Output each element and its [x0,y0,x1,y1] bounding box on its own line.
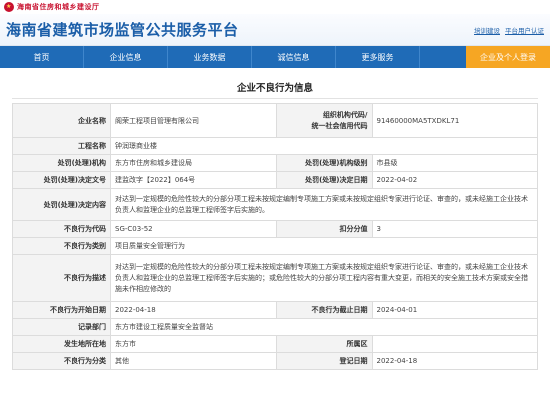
table-row: 处罚(处理)机构 东方市住房和城乡建设局 处罚(处理)机构级别 市县级 [12,154,538,172]
authority-level-label: 处罚(处理)机构级别 [275,154,373,172]
nav-more-services[interactable]: 更多服务 [336,46,420,68]
other-label: 不良行为分类 [12,352,111,370]
desc-value: 对达到一定规模的危险性较大的分部分项工程未按规定编制专项施工方案或未按规定组织专… [110,254,538,302]
recorder-label: 记录部门 [12,318,111,336]
table-row: 发生地所在地 东方市 所属区 [12,335,538,353]
place-label: 发生地所在地 [12,335,111,353]
record-table: 企业名称 阁荣工程项目管理有限公司 组织机构代码/ 统一社会信用代码 91460… [12,103,538,370]
table-row: 不良行为描述 对达到一定规模的危险性较大的分部分项工程未按规定编制专项施工方案或… [12,254,538,302]
user-cert-link[interactable]: 平台用户认证 [505,25,544,35]
project-value: 钟润璟商业楼 [110,137,538,155]
end-value: 2024-04-01 [371,301,538,319]
authority-level-value: 市县级 [371,154,538,172]
content-label: 处罚(处理)决定内容 [12,188,111,221]
place-value: 东方市 [110,335,277,353]
category-label: 不良行为类别 [12,237,111,255]
nav-enterprise-info[interactable]: 企业信息 [84,46,168,68]
national-emblem-icon [4,2,14,12]
recorder-value: 东方市建设工程质量安全监督站 [110,318,538,336]
table-row: 记录部门 东方市建设工程质量安全监督站 [12,318,538,336]
other-value: 其他 [110,352,277,370]
table-row: 不良行为代码 SG-C03-52 扣分分值 3 [12,220,538,238]
nav-home[interactable]: 首页 [0,46,84,68]
org-code-value: 91460000MA5TXDKL71 [371,103,538,138]
divider [12,98,538,99]
end-label: 不良行为截止日期 [275,301,373,319]
desc-label: 不良行为描述 [12,254,111,302]
enterprise-value: 阁荣工程项目管理有限公司 [110,103,277,138]
authority-value: 东方市住房和城乡建设局 [110,154,277,172]
table-row: 企业名称 阁荣工程项目管理有限公司 组织机构代码/ 统一社会信用代码 91460… [12,103,538,138]
code-label: 不良行为代码 [12,220,111,238]
nav-credit-info[interactable]: 诚信信息 [252,46,336,68]
training-link[interactable]: 培训建设 [474,25,500,35]
table-row: 不良行为开始日期 2022-04-18 不良行为截止日期 2024-04-01 [12,301,538,319]
site-title: 海南省建筑市场监管公共服务平台 [6,21,239,39]
table-row: 不良行为分类 其他 登记日期 2022-04-18 [12,352,538,370]
table-row: 不良行为类别 项目质量安全管理行为 [12,237,538,255]
register-value: 2022-04-18 [371,352,538,370]
login-button[interactable]: 企业及个人登录 [466,46,550,68]
region-value [371,335,538,353]
table-row: 处罚(处理)决定内容 对达到一定规模的危险性较大的分部分项工程未按规定编制专项施… [12,188,538,221]
register-label: 登记日期 [275,352,373,370]
org-code-label-line2: 统一社会信用代码 [311,121,368,130]
site-header: 海南省建筑市场监管公共服务平台 培训建设 平台用户认证 [0,14,550,46]
org-code-label: 组织机构代码/ 统一社会信用代码 [275,103,373,138]
main-content: 企业不良行为信息 企业名称 阁荣工程项目管理有限公司 组织机构代码/ 统一社会信… [0,68,550,370]
decision-date-value: 2022-04-02 [371,171,538,189]
score-value: 3 [371,220,538,238]
score-label: 扣分分值 [275,220,373,238]
enterprise-label: 企业名称 [12,103,111,138]
doc-no-value: 建监改字【2022】064号 [110,171,277,189]
category-value: 项目质量安全管理行为 [110,237,538,255]
gov-org-name: 海南省住房和城乡建设厅 [17,3,100,11]
table-row: 工程名称 钟润璟商业楼 [12,137,538,155]
start-label: 不良行为开始日期 [12,301,111,319]
org-code-label-line1: 组织机构代码/ [322,110,368,119]
gov-header: 海南省住房和城乡建设厅 [0,0,550,14]
content-value: 对达到一定规模的危险性较大的分部分项工程未按规定编制专项施工方案或未按规定组织专… [110,188,538,221]
doc-no-label: 处罚(处理)决定文号 [12,171,111,189]
main-nav: 首页 企业信息 业务数据 诚信信息 更多服务 企业及个人登录 [0,46,550,68]
code-value: SG-C03-52 [110,220,277,238]
start-value: 2022-04-18 [110,301,277,319]
decision-date-label: 处罚(处理)决定日期 [275,171,373,189]
header-links: 培训建设 平台用户认证 [474,25,544,35]
region-label: 所属区 [275,335,373,353]
page-title: 企业不良行为信息 [236,83,313,94]
nav-business-data[interactable]: 业务数据 [168,46,252,68]
project-label: 工程名称 [12,137,111,155]
authority-label: 处罚(处理)机构 [12,154,111,172]
table-row: 处罚(处理)决定文号 建监改字【2022】064号 处罚(处理)决定日期 202… [12,171,538,189]
